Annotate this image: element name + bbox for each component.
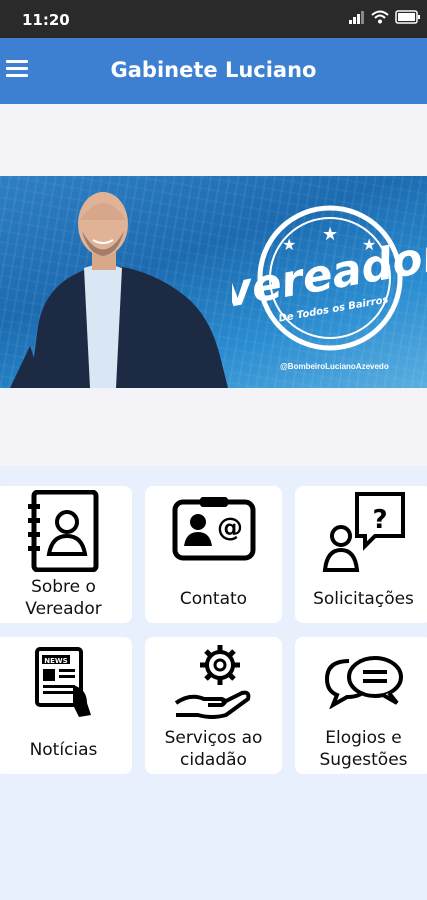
status-time: 11:20 [22, 11, 70, 29]
svg-text:?: ? [372, 505, 387, 535]
menu-card-label-line1: Serviços ao [164, 728, 263, 748]
svg-text:★: ★ [322, 224, 338, 245]
svg-text:NEWS: NEWS [44, 657, 67, 665]
signal-icon [349, 11, 364, 24]
menu-card-label-line2: cidadão [180, 750, 247, 770]
battery-icon [395, 10, 420, 24]
gear-hand-icon [174, 645, 250, 719]
chat-bubbles-icon [324, 656, 403, 709]
question-person-icon: ? [322, 492, 405, 572]
menu-card-label-line2: Vereador [25, 599, 102, 619]
menu-card-elogios[interactable]: Elogios e Sugestões [295, 637, 427, 774]
contact-card-icon: @ [172, 497, 255, 561]
status-icons [349, 10, 421, 24]
menu-card-noticias[interactable]: NEWS Notícias [0, 637, 132, 774]
menu-card-label-line1: Notícias [29, 740, 98, 760]
menu-card-label-line1: Solicitações [313, 589, 414, 609]
menu-card-contato[interactable]: @ Contato [145, 486, 282, 623]
menu-card-label-line1: Contato [179, 589, 248, 609]
vereador-badge: ★ ★ ★ vereador De Todos os Bairros [232, 205, 427, 351]
menu-card-solicitacoes[interactable]: ? Solicitações [295, 486, 427, 623]
svg-text:@: @ [217, 513, 243, 543]
page-title: Gabinete Luciano [110, 58, 317, 82]
menu-card-servicos[interactable]: Serviços ao cidadão [145, 637, 282, 774]
wifi-icon [371, 10, 389, 24]
status-bar: 11:20 [0, 0, 427, 38]
menu-card-label-line1: Sobre o [31, 577, 96, 597]
menu-card-label-line1: Elogios e [325, 728, 402, 748]
campaign-banner: ★ ★ ★ vereador De Todos os Bairros @Bomb… [0, 176, 427, 388]
app-bar: Gabinete Luciano [0, 38, 427, 104]
svg-text:★: ★ [282, 235, 296, 254]
newspaper-icon: NEWS [34, 647, 91, 717]
menu-card-label-line2: Sugestões [319, 750, 408, 770]
menu-card-sobre[interactable]: Sobre o Vereador [0, 486, 132, 623]
social-handle: @BombeiroLucianoAzevedo [280, 362, 389, 371]
address-book-icon [27, 490, 98, 572]
